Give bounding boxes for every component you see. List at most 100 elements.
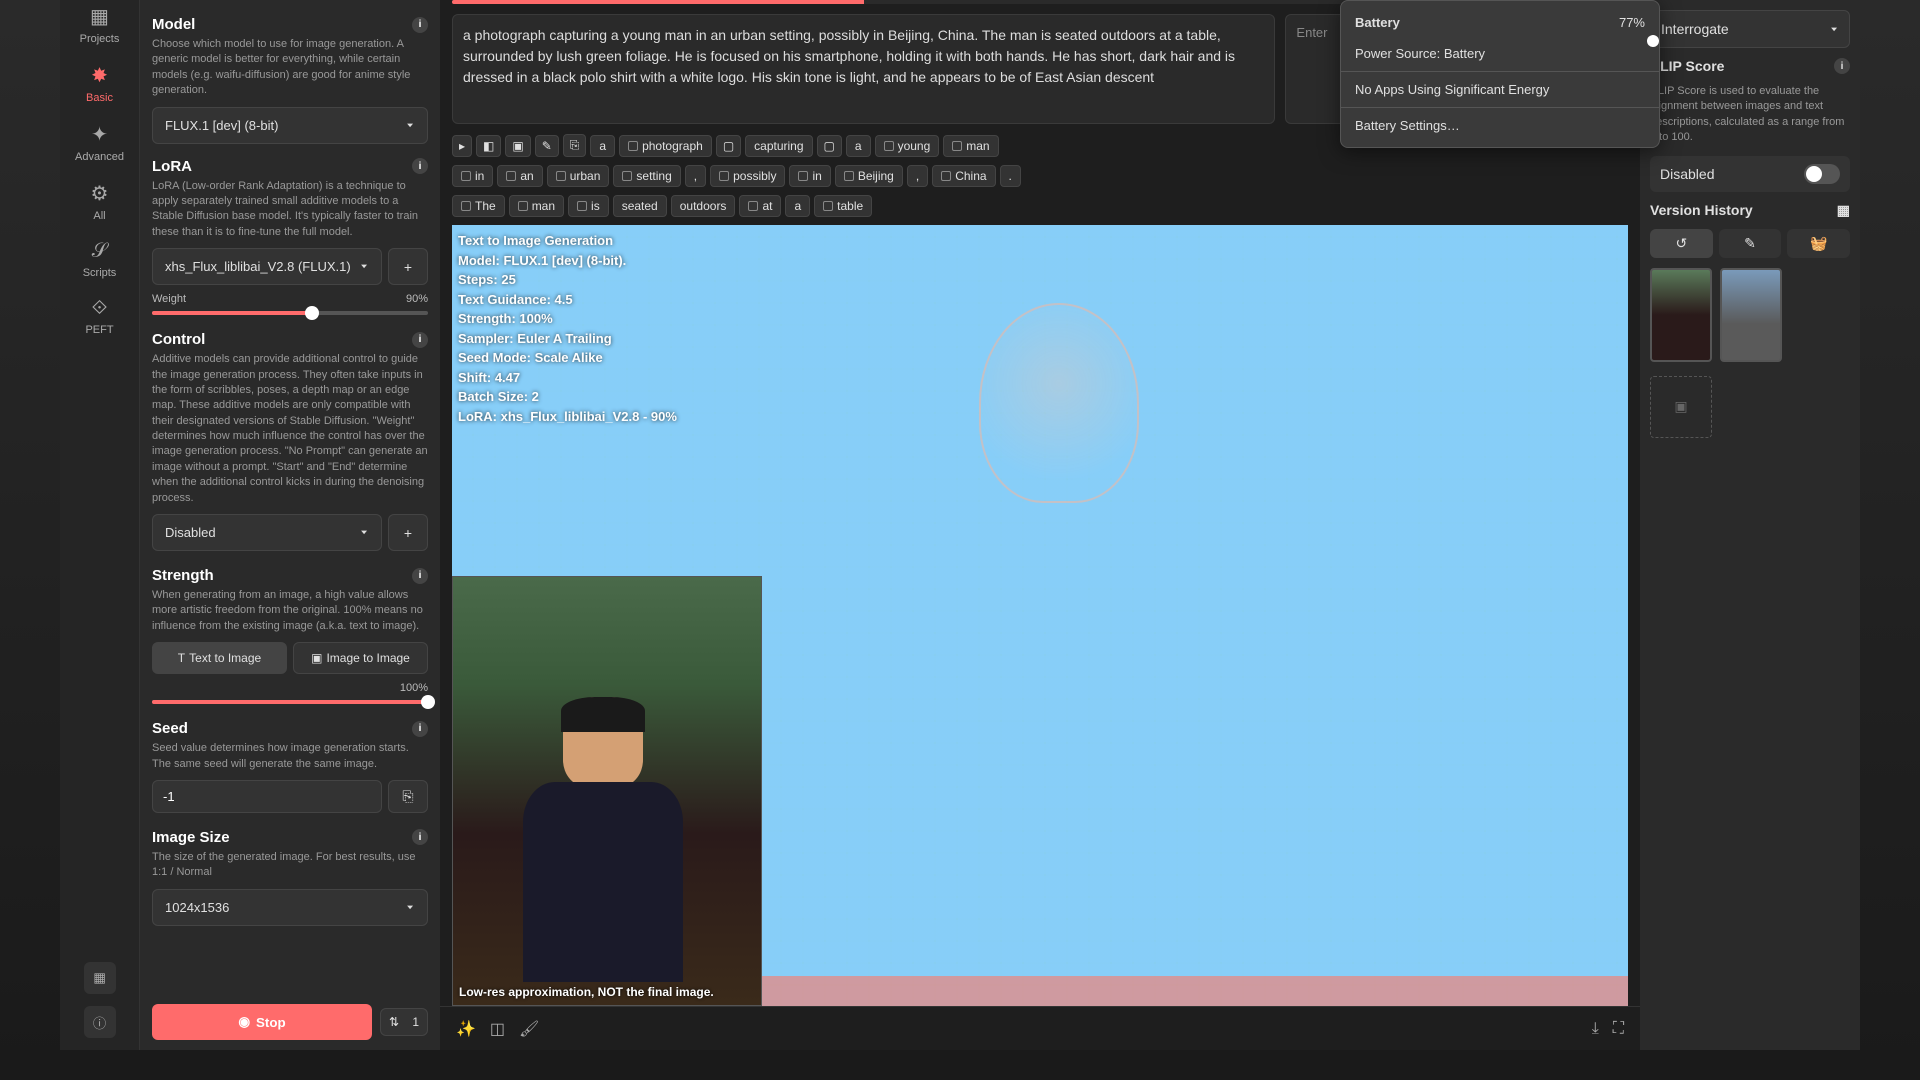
tag[interactable]: Beijing	[835, 165, 903, 187]
rail-advanced[interactable]: ✦Advanced	[75, 122, 124, 163]
rail-grid-button[interactable]: ▦	[84, 962, 116, 994]
tag[interactable]: seated	[613, 195, 667, 217]
prompt-input[interactable]: a photograph capturing a young man in an…	[452, 14, 1275, 124]
seed-desc: Seed value determines how image generati…	[152, 741, 428, 772]
tag[interactable]: man	[943, 135, 998, 157]
rail-info-button[interactable]: ⓘ	[84, 1006, 116, 1038]
generating-preview	[899, 303, 1219, 823]
size-select[interactable]: 1024x1536▼	[152, 889, 428, 926]
tag[interactable]: a	[785, 195, 810, 217]
tag[interactable]: possibly	[710, 165, 785, 187]
rail-peft[interactable]: ⟐PEFT	[85, 297, 113, 336]
seed-lock-button[interactable]: ⎘	[388, 780, 428, 813]
tag[interactable]: outdoors	[671, 195, 736, 217]
tag-tool-icon[interactable]: ▣	[505, 135, 530, 157]
wand-icon[interactable]: ✨	[456, 1019, 476, 1039]
model-select[interactable]: FLUX.1 [dev] (8-bit)▼	[152, 107, 428, 144]
stop-button[interactable]: ◉ Stop	[152, 1004, 372, 1040]
brush-icon[interactable]: 🖌	[519, 1019, 539, 1039]
info-icon[interactable]: i	[1834, 58, 1850, 74]
tag[interactable]: table	[814, 195, 872, 217]
battery-title: Battery	[1355, 15, 1400, 30]
tag[interactable]: urban	[547, 165, 610, 187]
tag[interactable]: young	[875, 135, 940, 157]
scroll-indicator	[1647, 35, 1659, 47]
text-to-image-button[interactable]: T Text to Image	[152, 642, 287, 674]
lora-add-button[interactable]: +	[388, 248, 428, 285]
tag[interactable]: is	[568, 195, 609, 217]
control-desc: Additive models can provide additional c…	[152, 352, 428, 506]
reference-image: Low-res approximation, NOT the final ima…	[452, 576, 762, 1006]
lora-select[interactable]: xhs_Flux_liblibai_V2.8 (FLUX.1)▼	[152, 248, 382, 285]
weight-label: Weight	[152, 293, 186, 305]
canvas-toolbar: ✨ ◫ 🖌 ⤓ ⛶	[440, 1006, 1640, 1050]
tag[interactable]: setting	[613, 165, 680, 187]
tag[interactable]: man	[509, 195, 564, 217]
info-icon[interactable]: i	[412, 17, 428, 33]
thumb-placeholder[interactable]: ▣	[1650, 376, 1712, 438]
control-add-button[interactable]: +	[388, 514, 428, 551]
rail-basic[interactable]: ✸Basic	[86, 63, 113, 104]
tag[interactable]: The	[452, 195, 505, 217]
tag[interactable]: ,	[685, 165, 706, 187]
tag-tool-icon[interactable]: ◧	[476, 135, 501, 157]
tag[interactable]: a	[590, 135, 615, 157]
history-thumb[interactable]	[1720, 268, 1782, 362]
grid-icon[interactable]: ▦	[1837, 202, 1850, 219]
tag[interactable]: an	[497, 165, 542, 187]
rail-projects[interactable]: ▦Projects	[80, 4, 120, 45]
settings-sidebar: Model i Choose which model to use for ima…	[140, 0, 440, 1050]
edit-tab[interactable]: ✎	[1719, 229, 1782, 258]
chevron-down-icon: ▼	[359, 263, 369, 270]
tag[interactable]: at	[739, 195, 781, 217]
tag[interactable]: a	[846, 135, 871, 157]
chevron-down-icon: ▼	[405, 904, 415, 911]
tag[interactable]: ,	[907, 165, 928, 187]
battery-noapps: No Apps Using Significant Energy	[1341, 74, 1659, 105]
rail-scripts[interactable]: 𝒮Scripts	[83, 240, 117, 279]
tag[interactable]: .	[1000, 165, 1021, 187]
info-icon[interactable]: i	[412, 332, 428, 348]
batch-count[interactable]: ⇅1	[380, 1008, 428, 1036]
tag-tool-icon[interactable]: ▢	[716, 135, 741, 157]
rail-all[interactable]: ⚙All	[91, 181, 109, 222]
clip-toggle[interactable]: Disabled	[1650, 156, 1850, 192]
history-tab[interactable]: ↺	[1650, 229, 1713, 258]
tag[interactable]: capturing	[745, 135, 812, 157]
control-select[interactable]: Disabled▼	[152, 514, 382, 551]
chevron-down-icon: ▼	[359, 529, 369, 536]
model-desc: Choose which model to use for image gene…	[152, 37, 428, 99]
info-icon[interactable]: i	[412, 568, 428, 584]
image-to-image-button[interactable]: ▣ Image to Image	[293, 642, 428, 674]
basket-tab[interactable]: 🧺	[1787, 229, 1850, 258]
weight-slider[interactable]	[152, 311, 428, 315]
download-icon[interactable]: ⤓	[1592, 1020, 1599, 1038]
info-icon[interactable]: i	[412, 829, 428, 845]
right-panel: Interrogate▼ CLIP Scorei CLIP Score is u…	[1640, 0, 1860, 1050]
tag[interactable]: in	[789, 165, 830, 187]
tag-tool-icon[interactable]: ▸	[452, 135, 472, 157]
lowres-label: Low-res approximation, NOT the final ima…	[459, 985, 714, 999]
seed-input[interactable]	[152, 780, 382, 813]
control-title: Control	[152, 331, 205, 348]
clip-title: CLIP Score	[1650, 58, 1724, 74]
interrogate-button[interactable]: Interrogate▼	[1650, 10, 1850, 48]
tag[interactable]: in	[452, 165, 493, 187]
tag-tool-icon[interactable]: ▢	[817, 135, 842, 157]
model-title: Model	[152, 16, 195, 33]
tag[interactable]: China	[932, 165, 995, 187]
info-icon[interactable]: i	[412, 158, 428, 174]
battery-percent: 77%	[1619, 15, 1645, 30]
battery-settings[interactable]: Battery Settings…	[1341, 110, 1659, 141]
weight-value: 90%	[406, 293, 428, 305]
info-icon[interactable]: i	[412, 721, 428, 737]
tag[interactable]: photograph	[619, 135, 712, 157]
expand-icon[interactable]: ⛶	[1613, 1020, 1624, 1038]
chevron-down-icon: ▼	[405, 122, 415, 129]
canvas[interactable]: Low-res approximation, NOT the final ima…	[452, 225, 1628, 1006]
history-thumb[interactable]	[1650, 268, 1712, 362]
tag-tool-icon[interactable]: ⎘	[563, 134, 587, 157]
tag-tool-icon[interactable]: ✎	[535, 135, 559, 157]
strength-slider[interactable]	[152, 700, 428, 704]
erase-icon[interactable]: ◫	[490, 1019, 505, 1039]
